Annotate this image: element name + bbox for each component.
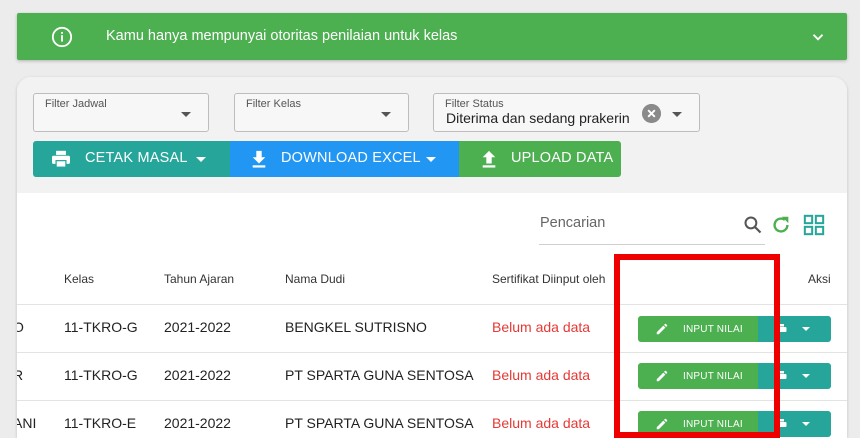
filter-panel: Filter Jadwal Filter Kelas Filter Status…	[17, 77, 847, 193]
caret-down-icon[interactable]	[426, 157, 436, 162]
col-header-kelas[interactable]: Kelas	[64, 272, 94, 286]
cell-dudi: PT SPARTA GUNA SENTOSA	[285, 367, 474, 383]
refresh-icon[interactable]	[770, 214, 792, 236]
cell-kelas: 11-TKRO-E	[64, 415, 137, 431]
upload-data-button[interactable]: UPLOAD DATA	[459, 141, 621, 177]
filter-status-select[interactable]: Filter Status Diterima dan sedang praker…	[433, 93, 700, 132]
filter-jadwal-label: Filter Jadwal	[45, 98, 107, 110]
cell-tahun: 2021-2022	[164, 319, 231, 335]
cell-tahun: 2021-2022	[164, 367, 231, 383]
caret-down-icon	[802, 422, 810, 426]
upload-icon	[482, 150, 496, 168]
cell-dudi: PT SPARTA GUNA SENTOSA	[285, 415, 474, 431]
alert-message: Kamu hanya mempunyai otoritas penilaian …	[106, 28, 458, 44]
caret-down-icon	[802, 374, 810, 378]
cell-sertifikat: Belum ada data	[492, 415, 591, 431]
cell-tahun: 2021-2022	[164, 415, 231, 431]
cetak-masal-button[interactable]: CETAK MASAL	[33, 141, 230, 177]
cell-sertifikat: Belum ada data	[492, 367, 591, 383]
caret-down-icon	[672, 112, 682, 117]
cell-kelas: 11-TKRO-G	[64, 319, 138, 335]
cell-nama: O	[17, 319, 24, 335]
col-header-tahun-ajaran[interactable]: Tahun Ajaran	[164, 272, 234, 286]
cell-nama: ANI	[17, 415, 37, 431]
caret-down-icon[interactable]	[196, 157, 206, 162]
grid-view-icon[interactable]	[803, 214, 825, 236]
printer-icon	[52, 150, 70, 168]
chevron-down-icon[interactable]	[809, 28, 827, 46]
col-header-aksi: Aksi	[808, 272, 831, 286]
filter-jadwal-select[interactable]: Filter Jadwal	[33, 93, 209, 132]
info-icon	[51, 26, 73, 48]
download-excel-label: DOWNLOAD EXCEL	[281, 150, 421, 166]
download-excel-button[interactable]: DOWNLOAD EXCEL	[230, 141, 459, 177]
col-header-nama-dudi[interactable]: Nama Dudi	[285, 272, 345, 286]
search-placeholder: Pencarian	[540, 215, 606, 231]
filter-kelas-label: Filter Kelas	[246, 98, 302, 110]
filter-kelas-select[interactable]: Filter Kelas	[234, 93, 409, 132]
highlight-box-edge	[614, 432, 780, 438]
upload-data-label: UPLOAD DATA	[511, 150, 614, 166]
caret-down-icon	[802, 327, 810, 331]
col-header-sertifikat[interactable]: Sertifikat Diinput oleh	[492, 272, 605, 286]
clear-icon[interactable]	[642, 104, 661, 123]
cell-kelas: 11-TKRO-G	[64, 367, 138, 383]
search-icon[interactable]	[743, 215, 763, 235]
filter-status-label: Filter Status	[445, 98, 504, 110]
caret-down-icon	[181, 112, 191, 117]
info-alert: Kamu hanya mempunyai otoritas penilaian …	[17, 13, 847, 60]
highlight-box	[614, 254, 780, 438]
download-icon	[252, 150, 266, 168]
cetak-masal-label: CETAK MASAL	[85, 150, 188, 166]
cell-sertifikat: Belum ada data	[492, 319, 591, 335]
caret-down-icon	[381, 112, 391, 117]
filter-status-value: Diterima dan sedang prakerin	[446, 110, 630, 126]
cell-dudi: BENGKEL SUTRISNO	[285, 319, 427, 335]
search-input[interactable]: Pencarian	[539, 207, 765, 245]
cell-nama: R	[17, 367, 24, 383]
